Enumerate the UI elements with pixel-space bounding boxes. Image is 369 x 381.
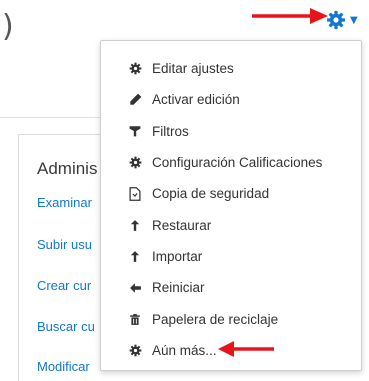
gear-icon [128,343,142,357]
menu-item-label: Reiniciar [152,280,205,296]
menu-item-label: Editar ajustes [152,61,234,77]
trash-icon [128,312,142,326]
annotation-arrow-aun-mas [218,341,274,357]
menu-item-label: Restaurar [152,217,212,233]
upload-icon [128,218,142,232]
menu-item-papelera-de-reciclaje[interactable]: Papelera de reciclaje [101,303,361,334]
divider [0,117,100,118]
admin-link-subir-usuarios[interactable]: Subir usu [37,237,92,252]
admin-link-modificar[interactable]: Modificar [37,359,90,374]
admin-link-examinar[interactable]: Examinar [37,195,92,210]
page: ) Adminis Examinar Subir usu Crear cur B… [0,0,369,381]
settings-menu-button[interactable]: ▼ [326,8,360,32]
menu-item-reiniciar[interactable]: Reiniciar [101,272,361,303]
gear-icon [128,62,142,76]
menu-item-configuracion-calificaciones[interactable]: Configuración Calificaciones [101,147,361,178]
menu-item-label: Filtros [152,123,189,139]
gear-icon [128,156,142,170]
settings-dropdown-menu: Editar ajustes Activar edición Filtros C… [100,40,362,371]
menu-item-label: Activar edición [152,92,240,108]
file-icon [128,186,142,201]
arrow-left-icon [128,281,142,295]
caret-down-icon: ▼ [350,14,358,26]
menu-item-label: Importar [152,248,203,264]
filter-icon [128,124,142,138]
upload-icon [128,249,142,263]
menu-item-restaurar[interactable]: Restaurar [101,209,361,240]
menu-item-importar[interactable]: Importar [101,241,361,272]
menu-item-editar-ajustes[interactable]: Editar ajustes [101,53,361,84]
menu-item-label: Configuración Calificaciones [152,155,323,171]
admin-link-crear-curso[interactable]: Crear cur [37,278,91,293]
menu-item-label: Copia de seguridad [152,186,270,202]
page-title-fragment: ) [2,9,14,44]
menu-item-activar-edicion[interactable]: Activar edición [101,84,361,115]
admin-link-buscar-curso[interactable]: Buscar cu [37,319,95,334]
admin-block-title: Adminis [37,159,98,178]
pencil-icon [128,93,142,107]
menu-item-label: Papelera de reciclaje [152,311,279,327]
menu-item-filtros[interactable]: Filtros [101,116,361,147]
menu-item-label: Aún más... [152,342,217,358]
menu-item-copia-de-seguridad[interactable]: Copia de seguridad [101,178,361,209]
annotation-arrow-cog [252,8,328,24]
